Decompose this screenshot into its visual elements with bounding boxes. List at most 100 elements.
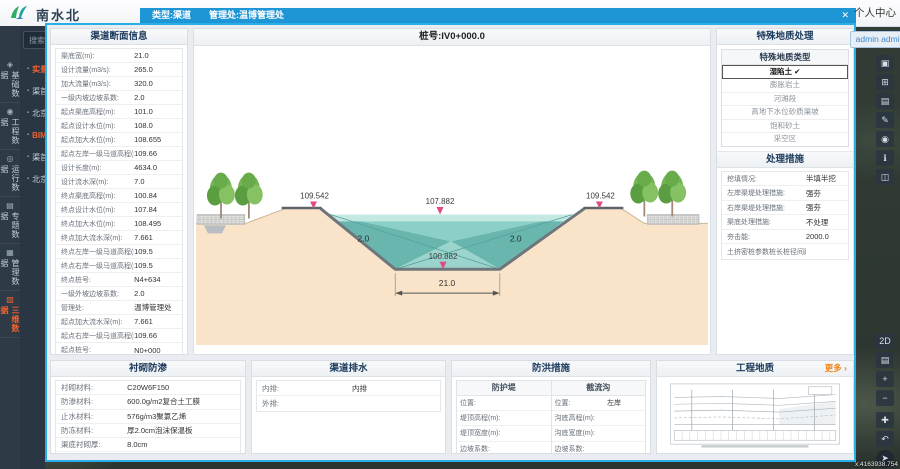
row-label: 管理处: (61, 303, 134, 313)
row-label: 位置: (460, 398, 513, 408)
sidebar-item-三维数据[interactable]: ▧三维数据 (0, 291, 20, 338)
personal-center-link[interactable]: 个人中心 (854, 5, 896, 20)
data-row: 管理处:温博管理处 (56, 301, 182, 315)
tree-item-label: 北京 (32, 174, 45, 185)
data-row: 起点桩号:N0+000 (56, 343, 182, 355)
data-row: 衬砌材料:C20W6F150 (56, 381, 240, 395)
geology-type-item[interactable]: 饱和砂土 (722, 120, 848, 134)
tree-item-icon: ▪ (27, 88, 29, 94)
data-row: 内排:内排 (257, 381, 440, 396)
sidebar-item-icon: ▤ (6, 201, 14, 211)
mode-2d-button[interactable]: 2D (876, 333, 894, 349)
special-geology-panel: 特殊地质处理 特殊地质类型 湿陷土 ✔膨胀岩土河滩段高地下水位砂质渠坡饱和砂土采… (716, 28, 854, 355)
close-icon[interactable]: ✕ (841, 8, 849, 23)
row-value: 强夯 (806, 202, 821, 213)
marker-icon[interactable]: ◉ (876, 131, 894, 147)
data-row: 土挤密桩参数桩长桩径间距: (722, 244, 848, 259)
row-value: 强夯 (806, 188, 821, 199)
cross-section-diagram: 109.542 107.882 109.542 100.882 2.0 2.0 … (194, 46, 710, 355)
data-row: 设计流水深(m):7.0 (56, 175, 182, 189)
data-row: 堤顶高程(m): (457, 411, 551, 426)
row-label: 夯击能: (727, 232, 806, 242)
search-input[interactable]: 搜索 (23, 31, 45, 49)
sidebar-item-label: 基础数据 (0, 71, 21, 102)
data-row: 终点加大水位(m):108.495 (56, 217, 182, 231)
row-label: 边坡系数: (555, 444, 608, 454)
row-label: 堤顶高程(m): (460, 413, 513, 423)
flood-dike-column: 防护堤 位置:堤顶高程(m):堤顶宽度(m):边坡系数:护砌形式:浆砌石 (457, 381, 551, 454)
sidebar-item-管理数据[interactable]: ▦管理数据 (0, 244, 20, 291)
row-label: 终点设计水位(m): (61, 205, 134, 215)
data-row: 终点加大流水深(m):7.661 (56, 231, 182, 245)
app-logo-icon (7, 4, 31, 26)
zoom-in-button[interactable]: + (876, 371, 894, 387)
sidebar-item-label: 管理数据 (0, 259, 21, 290)
rotate-icon[interactable]: ↶ (876, 431, 894, 447)
data-row: 起点渠底高程(m):101.0 (56, 105, 182, 119)
layers-icon[interactable]: ▤ (876, 93, 894, 109)
row-label: 防渗材料: (61, 396, 127, 407)
row-value: 109.5 (134, 247, 153, 256)
row-label: 挖填情况: (727, 174, 806, 184)
engineering-geology-label: 工程地质 (736, 363, 774, 374)
tree-item-label: BIM (32, 131, 45, 140)
row-label: 起点渠底高程(m): (61, 107, 134, 117)
data-row: 终点右岸一级马道高程(m):109.5 (56, 259, 182, 273)
water-surface-band (330, 214, 572, 221)
grid-icon[interactable]: ⊞ (876, 74, 894, 90)
dialog-body: 渠道断面信息 渠底宽(m):21.0设计流量(m3/s):265.0加大流量(m… (45, 23, 856, 462)
tree-item[interactable]: ▪实景 (20, 58, 45, 80)
left-sidebar: ◈基础数据◉工程数据◎运行数据▤专题数据▦管理数据▧三维数据 (0, 26, 20, 469)
row-value: 100.84 (134, 191, 157, 200)
sidebar-item-基础数据[interactable]: ◈基础数据 (0, 56, 20, 103)
row-value: N0+000 (134, 346, 160, 355)
edit-icon[interactable]: ✎ (876, 112, 894, 128)
media-icon[interactable]: ▣ (876, 55, 894, 71)
map-coordinates: x:4163938.754 (855, 461, 898, 468)
geology-type-item[interactable]: 高地下水位砂质渠坡 (722, 106, 848, 120)
data-row: 起点加大流水深(m):7.661 (56, 315, 182, 329)
flood-ditch-column: 截流沟 位置:左岸沟底高程(m):沟底宽度(m):边坡系数:排入河道: (551, 381, 646, 454)
row-value: N4+634 (134, 275, 160, 284)
data-row: 边坡系数: (552, 442, 646, 454)
row-label: 起点加大水位(m): (61, 135, 134, 145)
tree-item[interactable]: ▪BIM (20, 124, 45, 146)
data-row: 堤顶宽度(m): (457, 426, 551, 441)
tree-item[interactable]: ▪北京 (20, 168, 45, 190)
geology-profile-thumbnail[interactable] (657, 377, 853, 453)
info-icon[interactable]: ℹ (876, 150, 894, 166)
row-value: 不处理 (806, 217, 829, 228)
right-bank-elevation-label: 109.542 (586, 192, 615, 201)
pan-icon[interactable]: ✚ (876, 412, 894, 428)
tree-item-icon: ▪ (27, 154, 29, 160)
data-row: 终点渠底高程(m):100.84 (56, 189, 182, 203)
zoom-out-button[interactable]: − (876, 390, 894, 406)
basemap-icon[interactable]: ▤ (876, 352, 894, 368)
sidebar-item-运行数据[interactable]: ◎运行数据 (0, 150, 20, 197)
geology-type-item[interactable]: 湿陷土 ✔ (722, 65, 848, 79)
data-row: 终点设计水位(m):107.84 (56, 203, 182, 217)
row-label: 起点桩号: (61, 345, 134, 355)
tree-item[interactable]: ▪北京 (20, 102, 45, 124)
geology-type-item[interactable]: 膨胀岩土 (722, 79, 848, 93)
sidebar-item-icon: ▧ (6, 295, 14, 305)
geology-type-item[interactable]: 河滩段 (722, 93, 848, 107)
flood-dike-header: 防护堤 (457, 381, 551, 396)
sidebar-item-工程数据[interactable]: ◉工程数据 (0, 103, 20, 150)
tree-item[interactable]: ▪渠首 (20, 80, 45, 102)
row-label: 起点加大流水深(m): (61, 317, 134, 327)
data-row: 沟底宽度(m): (552, 426, 646, 441)
row-value: 107.84 (134, 205, 157, 214)
row-value: 108.495 (134, 219, 161, 228)
sidebar-item-专题数据[interactable]: ▤专题数据 (0, 197, 20, 244)
geology-type-item[interactable]: 采空区 (722, 133, 848, 146)
camera-icon[interactable]: ◫ (876, 169, 894, 185)
admin-user-chip[interactable]: admin admin (850, 31, 900, 48)
right-trees (630, 171, 686, 217)
cross-section-panel: 桩号:IV0+000.0 (193, 28, 711, 355)
more-link[interactable]: 更多 › (825, 361, 847, 376)
flood-ditch-rows: 位置:左岸沟底高程(m):沟底宽度(m):边坡系数:排入河道: (552, 396, 646, 454)
tree-item[interactable]: ▪渠首 (20, 146, 45, 168)
row-label: 起点右岸一级马道高程(m): (61, 331, 134, 341)
row-value: 左岸 (607, 398, 621, 408)
